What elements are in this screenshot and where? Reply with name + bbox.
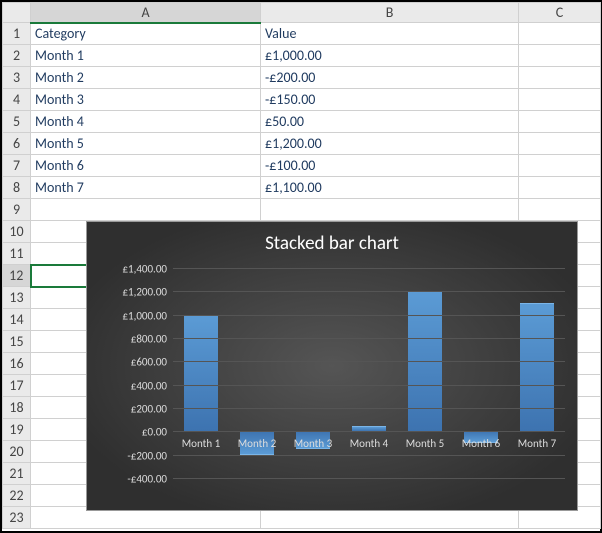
chart-bar: [184, 315, 218, 432]
chart-bar: [520, 303, 554, 431]
chart-y-tick-label: £0.00: [142, 426, 173, 439]
cell[interactable]: £50.00: [261, 111, 519, 133]
cell[interactable]: [31, 199, 261, 221]
row-header[interactable]: 18: [3, 397, 31, 419]
column-header-row: A B C: [3, 3, 601, 23]
chart-bar-slot: Month 7: [509, 268, 565, 478]
cell[interactable]: -£200.00: [261, 67, 519, 89]
chart-y-tick-label: -£200.00: [127, 449, 173, 462]
chart-gridline: £800.00: [173, 338, 565, 339]
chart-x-tick-label: Month 7: [509, 431, 565, 450]
chart-y-tick-label: -£400.00: [127, 473, 173, 486]
column-header-C[interactable]: C: [519, 3, 601, 23]
row-header[interactable]: 8: [3, 177, 31, 199]
chart-x-tick-label: Month 6: [453, 431, 509, 450]
cell[interactable]: [261, 199, 519, 221]
cell[interactable]: Value: [261, 23, 519, 45]
row-header[interactable]: 6: [3, 133, 31, 155]
cell[interactable]: Month 7: [31, 177, 261, 199]
chart-y-tick-label: £1,400.00: [122, 263, 173, 276]
chart-y-tick-label: £800.00: [131, 332, 173, 345]
row-header[interactable]: 23: [3, 507, 31, 529]
chart-gridline: £600.00: [173, 361, 565, 362]
row-header[interactable]: 19: [3, 419, 31, 441]
chart-x-tick-label: Month 3: [285, 431, 341, 450]
cell[interactable]: -£100.00: [261, 155, 519, 177]
embedded-chart[interactable]: Stacked bar chart Month 1Month 2Month 3M…: [86, 221, 578, 511]
row-header[interactable]: 12: [3, 265, 31, 287]
cell[interactable]: Month 4: [31, 111, 261, 133]
row-header[interactable]: 14: [3, 309, 31, 331]
row-header[interactable]: 21: [3, 463, 31, 485]
chart-x-tick-label: Month 5: [397, 431, 453, 450]
row-header[interactable]: 4: [3, 89, 31, 111]
row-header[interactable]: 2: [3, 45, 31, 67]
chart-y-tick-label: £200.00: [131, 402, 173, 415]
row-header[interactable]: 17: [3, 375, 31, 397]
row-header[interactable]: 3: [3, 67, 31, 89]
chart-bar-slot: Month 3: [285, 268, 341, 478]
chart-gridline: -£400.00: [173, 478, 565, 479]
cell[interactable]: -£150.00: [261, 89, 519, 111]
chart-bar-slot: Month 2: [229, 268, 285, 478]
chart-bar-slot: Month 5: [397, 268, 453, 478]
row-header[interactable]: 11: [3, 243, 31, 265]
cell[interactable]: Month 6: [31, 155, 261, 177]
chart-y-tick-label: £400.00: [131, 379, 173, 392]
chart-x-tick-label: Month 2: [229, 431, 285, 450]
cell[interactable]: [519, 67, 601, 89]
chart-y-tick-label: £1,000.00: [122, 309, 173, 322]
cell[interactable]: [519, 199, 601, 221]
row-header[interactable]: 1: [3, 23, 31, 45]
cell[interactable]: £1,200.00: [261, 133, 519, 155]
cell[interactable]: £1,100.00: [261, 177, 519, 199]
cell[interactable]: [519, 133, 601, 155]
row-header[interactable]: 10: [3, 221, 31, 243]
cell[interactable]: Month 1: [31, 45, 261, 67]
chart-bar-slot: Month 4: [341, 268, 397, 478]
column-header-B[interactable]: B: [261, 3, 519, 23]
cell[interactable]: £1,000.00: [261, 45, 519, 67]
chart-bar-slot: Month 1: [173, 268, 229, 478]
chart-gridline: £400.00: [173, 385, 565, 386]
chart-gridline: -£200.00: [173, 455, 565, 456]
cell[interactable]: Month 5: [31, 133, 261, 155]
row-header[interactable]: 20: [3, 441, 31, 463]
row-header[interactable]: 15: [3, 331, 31, 353]
chart-gridline: £1,200.00: [173, 291, 565, 292]
chart-gridline: £1,000.00: [173, 315, 565, 316]
row-header[interactable]: 13: [3, 287, 31, 309]
chart-plot-area: Month 1Month 2Month 3Month 4Month 5Month…: [173, 268, 565, 478]
row-header[interactable]: 22: [3, 485, 31, 507]
chart-y-tick-label: £600.00: [131, 356, 173, 369]
chart-gridline: £0.00: [173, 431, 565, 432]
chart-gridline: £200.00: [173, 408, 565, 409]
row-header[interactable]: 5: [3, 111, 31, 133]
cell[interactable]: [519, 89, 601, 111]
chart-bar-slot: Month 6: [453, 268, 509, 478]
select-all-corner[interactable]: [3, 3, 31, 23]
chart-x-tick-label: Month 4: [341, 431, 397, 450]
cell[interactable]: Category: [31, 23, 261, 45]
column-header-A[interactable]: A: [31, 3, 261, 23]
cell[interactable]: Month 3: [31, 89, 261, 111]
row-header[interactable]: 16: [3, 353, 31, 375]
cell[interactable]: [519, 45, 601, 67]
chart-title: Stacked bar chart: [87, 222, 577, 261]
cell[interactable]: [519, 155, 601, 177]
cell[interactable]: [519, 111, 601, 133]
cell[interactable]: [519, 23, 601, 45]
row-header[interactable]: 7: [3, 155, 31, 177]
chart-y-tick-label: £1,200.00: [122, 286, 173, 299]
chart-x-tick-label: Month 1: [173, 431, 229, 450]
cell[interactable]: [519, 177, 601, 199]
chart-gridline: £1,400.00: [173, 268, 565, 269]
cell[interactable]: Month 2: [31, 67, 261, 89]
row-header[interactable]: 9: [3, 199, 31, 221]
